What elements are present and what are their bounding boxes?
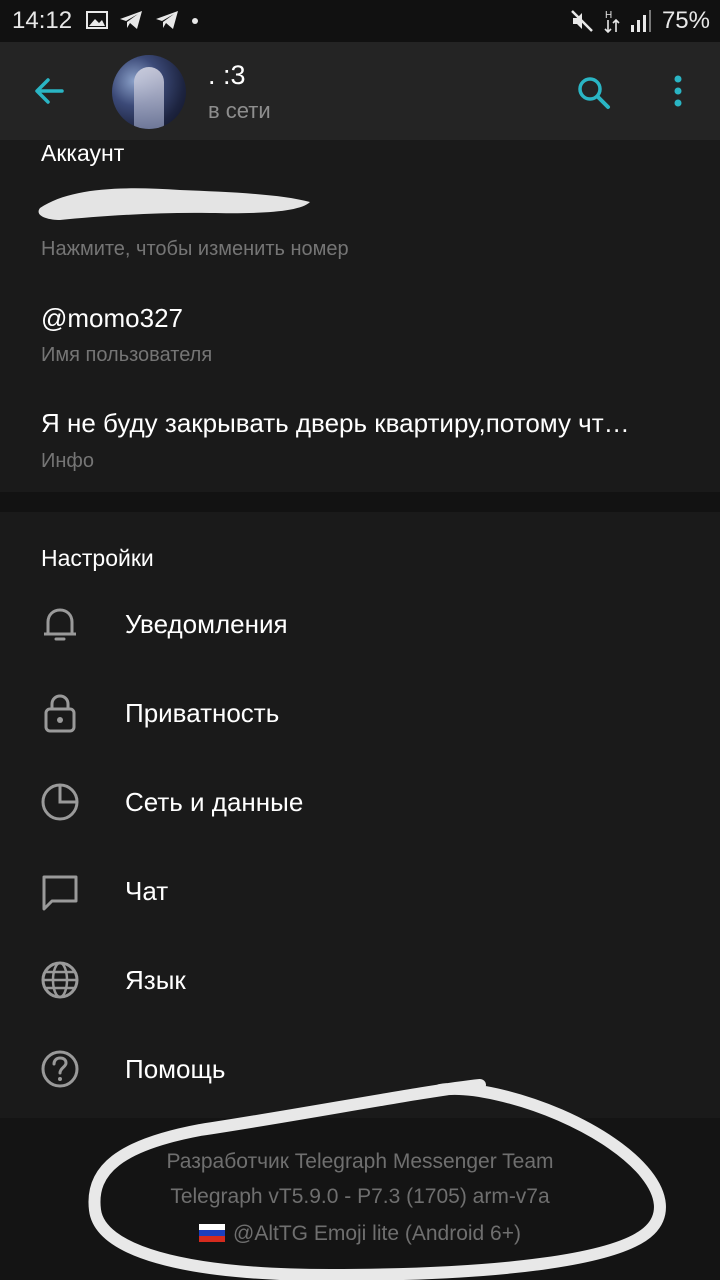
bio-label: Инфо bbox=[41, 450, 94, 472]
status-bar: 14:12 H 75% bbox=[0, 0, 720, 42]
notification-icons bbox=[86, 9, 200, 31]
section-divider bbox=[0, 492, 720, 512]
chat-bubble-icon bbox=[42, 875, 78, 911]
version-footer: Разработчик Telegraph Messenger Team Tel… bbox=[0, 1118, 720, 1280]
username-label: Имя пользователя bbox=[41, 344, 213, 366]
app-bar: . :3 в сети bbox=[0, 42, 720, 140]
system-icons: H 75% bbox=[570, 7, 710, 35]
telegram-icon bbox=[120, 11, 142, 29]
version-text: Telegraph vT5.9.0 - P7.3 (1705) arm-v7a bbox=[170, 1185, 550, 1208]
gallery-icon bbox=[86, 11, 108, 29]
setting-label: Язык bbox=[125, 965, 186, 995]
chat-name: . :3 bbox=[208, 60, 246, 90]
lock-icon bbox=[44, 694, 76, 733]
signal-icon bbox=[630, 10, 651, 32]
setting-label: Чат bbox=[125, 876, 169, 906]
battery-percent: 75% bbox=[661, 7, 710, 34]
emoji-line: @AltTG Emoji lite (Android 6+) bbox=[0, 1222, 720, 1246]
dot-icon bbox=[192, 18, 198, 24]
bio-value[interactable]: Я не буду закрывать дверь квартиру,потом… bbox=[41, 408, 671, 439]
setting-privacy[interactable]: Приватность bbox=[0, 669, 720, 758]
search-icon[interactable] bbox=[573, 72, 615, 114]
setting-label: Уведомления bbox=[125, 609, 288, 639]
bell-icon bbox=[44, 608, 76, 641]
settings-header: Настройки bbox=[41, 545, 154, 571]
clock-pie-icon bbox=[41, 783, 79, 821]
globe-icon bbox=[41, 961, 79, 999]
setting-language[interactable]: Язык bbox=[0, 936, 720, 1025]
setting-help[interactable]: Помощь bbox=[0, 1025, 720, 1114]
setting-network[interactable]: Сеть и данные bbox=[0, 758, 720, 847]
data-arrows-icon: H bbox=[604, 10, 620, 34]
back-arrow-icon[interactable] bbox=[26, 68, 72, 114]
status-time: 14:12 bbox=[12, 7, 73, 34]
setting-chat[interactable]: Чат bbox=[0, 847, 720, 936]
setting-label: Сеть и данные bbox=[125, 787, 304, 817]
telegram-icon bbox=[156, 11, 178, 29]
developer-text: Разработчик Telegraph Messenger Team bbox=[166, 1150, 554, 1173]
account-header: Аккаунт bbox=[41, 140, 125, 166]
svg-text:H: H bbox=[605, 10, 612, 21]
avatar[interactable] bbox=[112, 55, 186, 129]
more-vert-icon[interactable] bbox=[660, 70, 696, 112]
setting-label: Помощь bbox=[125, 1054, 226, 1084]
avatar-figure bbox=[134, 67, 164, 129]
mute-icon bbox=[571, 10, 593, 32]
setting-label: Приватность bbox=[125, 698, 280, 728]
emoji-text: @AltTG Emoji lite (Android 6+) bbox=[233, 1222, 521, 1245]
online-status: в сети bbox=[208, 98, 271, 123]
phone-change-hint[interactable]: Нажмите, чтобы изменить номер bbox=[41, 238, 349, 261]
username-value[interactable]: @momo327 bbox=[41, 303, 183, 334]
settings-content: Аккаунт Нажмите, чтобы изменить номер @m… bbox=[0, 140, 720, 1280]
setting-notifications[interactable]: Уведомления bbox=[0, 580, 720, 669]
redaction-scribble bbox=[38, 188, 311, 220]
russia-flag-icon bbox=[199, 1224, 225, 1242]
help-circle-icon bbox=[41, 1050, 79, 1088]
